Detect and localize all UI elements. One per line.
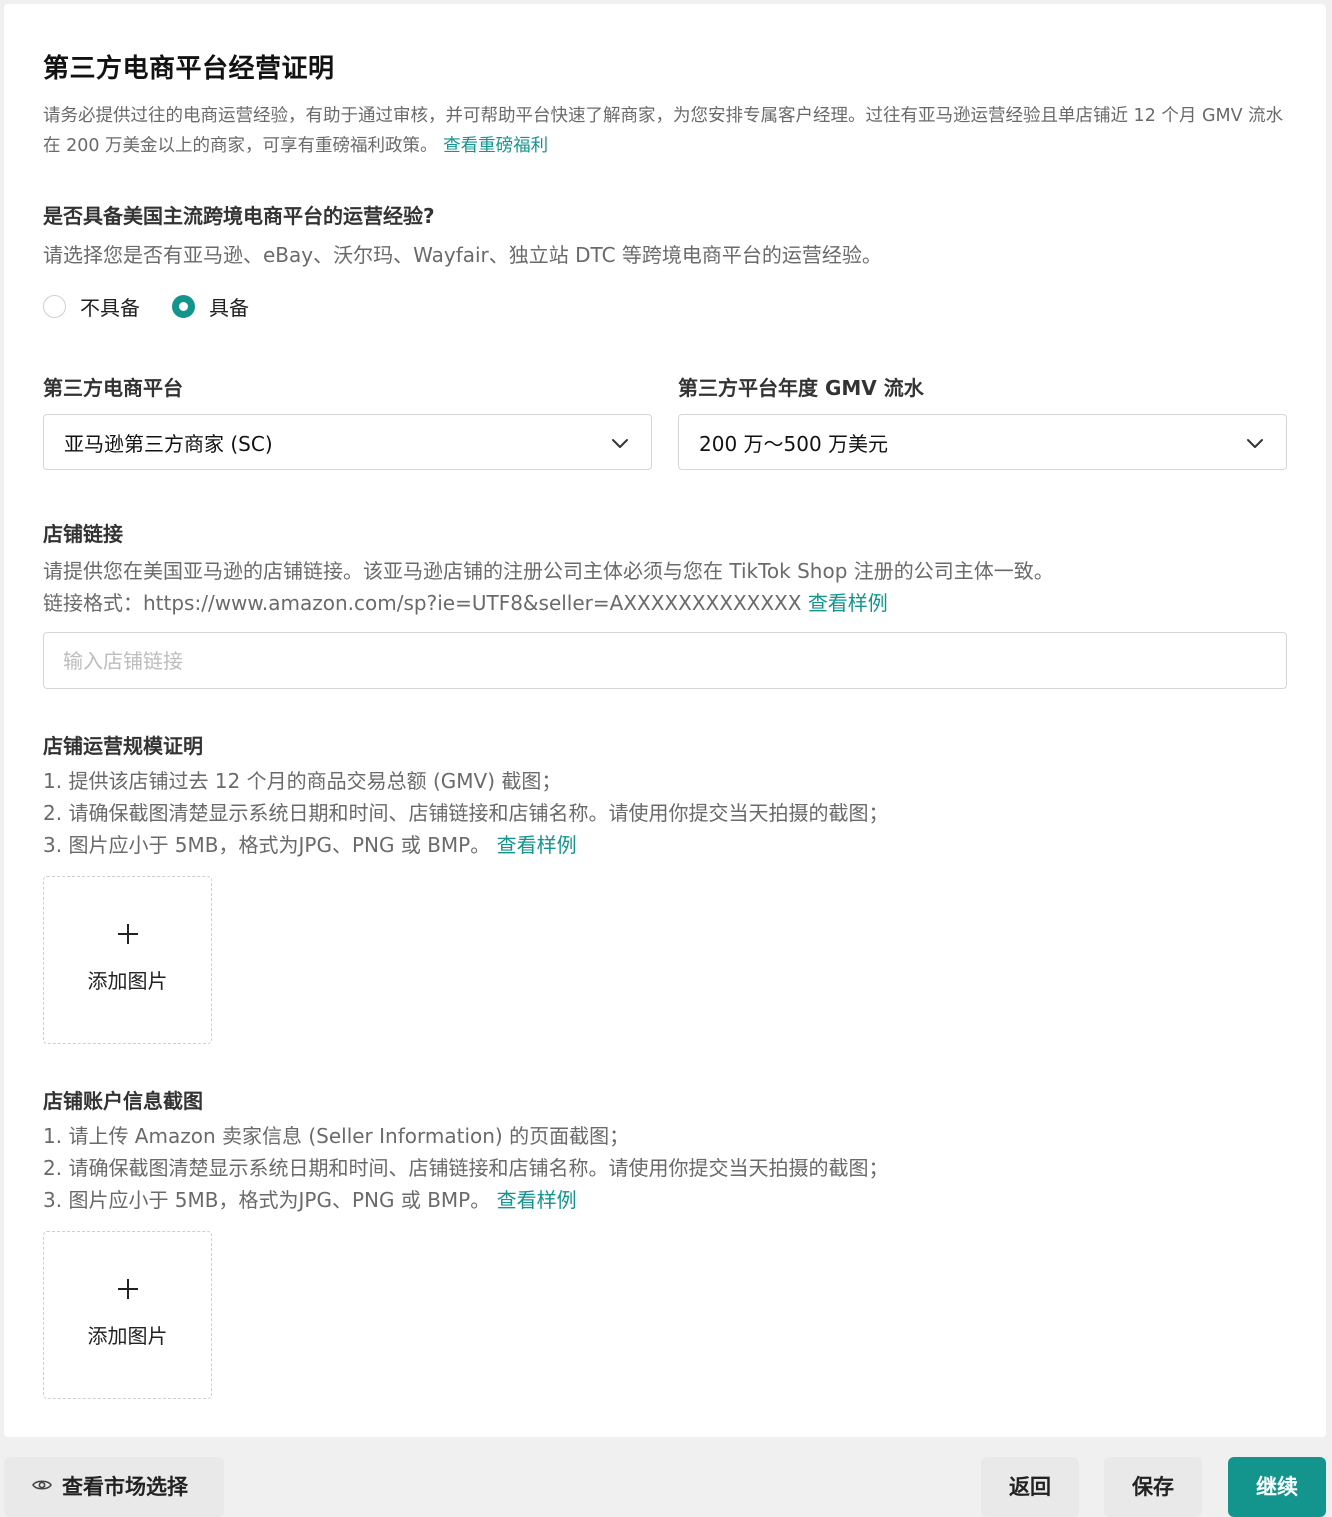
store-link-format: 链接格式：https://www.amazon.com/sp?ie=UTF8&s… (43, 591, 802, 615)
save-button[interactable]: 保存 (1104, 1457, 1202, 1517)
radio-unchecked-icon (43, 295, 66, 318)
account-info-line3: 3. 图片应小于 5MB，格式为JPG、PNG 或 BMP。 查看样例 (43, 1184, 888, 1216)
radio-no-experience[interactable]: 不具备 (43, 292, 140, 321)
plus-icon (117, 924, 138, 944)
chevron-down-icon (1247, 439, 1263, 448)
scale-proof-upload[interactable]: 添加图片 (43, 876, 212, 1044)
radio-has-experience[interactable]: 具备 (172, 292, 249, 321)
scale-proof-desc: 1. 提供该店铺过去 12 个月的商品交易总额 (GMV) 截图； 2. 请确保… (43, 765, 888, 861)
view-market-button-label: 查看市场选择 (62, 1475, 188, 1499)
store-link-label: 店铺链接 (43, 522, 123, 546)
account-info-label: 店铺账户信息截图 (43, 1089, 203, 1113)
scale-proof-line3: 3. 图片应小于 5MB，格式为JPG、PNG 或 BMP。 查看样例 (43, 829, 888, 861)
view-market-button[interactable]: 查看市场选择 (4, 1457, 224, 1517)
form-card: 第三方电商平台经营证明 请务必提供过往的电商运营经验，有助于通过审核，并可帮助平… (4, 4, 1326, 1437)
page-title: 第三方电商平台经营证明 (43, 54, 335, 84)
platform-label: 第三方电商平台 (43, 376, 183, 400)
eye-icon (32, 1480, 52, 1490)
account-info-sample-link[interactable]: 查看样例 (497, 1188, 577, 1212)
store-link-desc: 请提供您在美国亚马逊的店铺链接。该亚马逊店铺的注册公司主体必须与您在 TikTo… (43, 555, 1054, 619)
gmv-select-value: 200 万～500 万美元 (699, 431, 889, 456)
back-button[interactable]: 返回 (981, 1457, 1079, 1517)
account-info-desc: 1. 请上传 Amazon 卖家信息 (Seller Information) … (43, 1120, 888, 1216)
scale-proof-line3-text: 3. 图片应小于 5MB，格式为JPG、PNG 或 BMP。 (43, 833, 491, 857)
store-link-desc-line2: 链接格式：https://www.amazon.com/sp?ie=UTF8&s… (43, 587, 1054, 619)
scale-proof-line1: 1. 提供该店铺过去 12 个月的商品交易总额 (GMV) 截图； (43, 769, 562, 793)
account-info-upload[interactable]: 添加图片 (43, 1231, 212, 1399)
intro-body: 请务必提供过往的电商运营经验，有助于通过审核，并可帮助平台快速了解商家，为您安排… (43, 106, 1284, 156)
radio-has-experience-label: 具备 (209, 296, 249, 320)
scale-proof-label: 店铺运营规模证明 (43, 734, 203, 758)
radio-checked-icon (172, 295, 195, 318)
plus-icon (117, 1279, 138, 1299)
view-benefits-link[interactable]: 查看重磅福利 (443, 136, 548, 156)
gmv-label: 第三方平台年度 GMV 流水 (678, 376, 924, 400)
account-info-line1: 1. 请上传 Amazon 卖家信息 (Seller Information) … (43, 1124, 630, 1148)
account-info-upload-label: 添加图片 (87, 1324, 168, 1348)
scale-proof-sample-link[interactable]: 查看样例 (497, 833, 577, 857)
continue-button[interactable]: 继续 (1228, 1457, 1326, 1517)
experience-question-title: 是否具备美国主流跨境电商平台的运营经验? (43, 204, 435, 228)
radio-no-experience-label: 不具备 (80, 296, 140, 320)
scale-proof-upload-label: 添加图片 (87, 969, 168, 993)
account-info-line2: 2. 请确保截图清楚显示系统日期和时间、店铺链接和店铺名称。请使用你提交当天拍摄… (43, 1156, 889, 1180)
platform-select[interactable]: 亚马逊第三方商家 (SC) (43, 414, 652, 470)
store-link-desc-line1: 请提供您在美国亚马逊的店铺链接。该亚马逊店铺的注册公司主体必须与您在 TikTo… (43, 559, 1054, 583)
store-link-sample-link[interactable]: 查看样例 (808, 591, 888, 615)
intro-text: 请务必提供过往的电商运营经验，有助于通过审核，并可帮助平台快速了解商家，为您安排… (43, 101, 1293, 161)
platform-select-value: 亚马逊第三方商家 (SC) (64, 431, 273, 456)
store-link-input[interactable] (43, 632, 1287, 689)
scale-proof-line2: 2. 请确保截图清楚显示系统日期和时间、店铺链接和店铺名称。请使用你提交当天拍摄… (43, 801, 889, 825)
experience-question-desc: 请选择您是否有亚马逊、eBay、沃尔玛、Wayfair、独立站 DTC 等跨境电… (43, 243, 882, 267)
experience-radio-group: 不具备 具备 (43, 292, 281, 321)
account-info-line3-text: 3. 图片应小于 5MB，格式为JPG、PNG 或 BMP。 (43, 1188, 491, 1212)
gmv-select[interactable]: 200 万～500 万美元 (678, 414, 1287, 470)
chevron-down-icon (612, 439, 628, 448)
